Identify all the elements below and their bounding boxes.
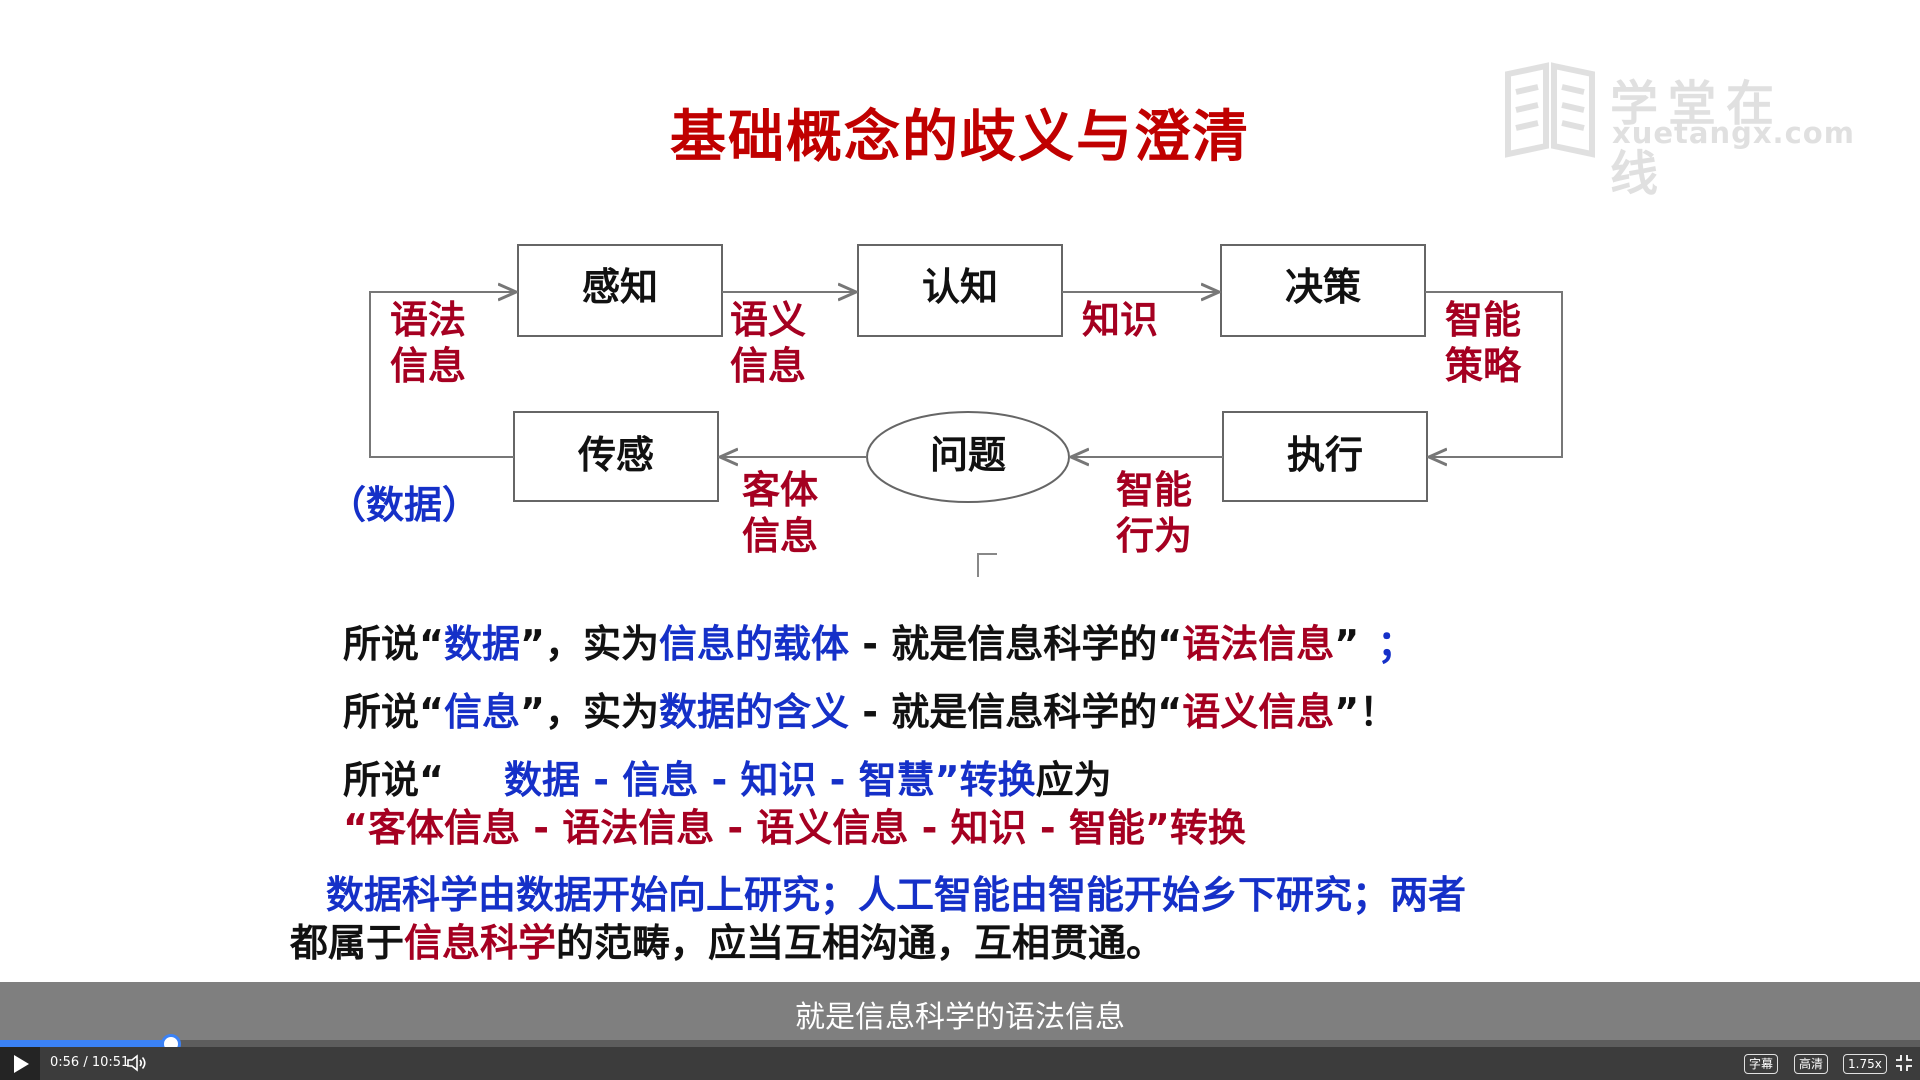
node-execution: 执行: [1286, 433, 1363, 477]
edge-label-intelligent-behavior: 智能 行为: [1116, 467, 1192, 559]
node-sensing: 传感: [577, 433, 654, 477]
text-span: ”: [1334, 622, 1360, 666]
node-decision: 决策: [1284, 265, 1361, 309]
text-span: 信息科学: [404, 921, 557, 965]
node-problem: 问题: [929, 433, 1006, 477]
edge-label-line: 策略: [1445, 344, 1522, 388]
edge-label-line: 信息: [390, 344, 467, 388]
text-span: ”，实为: [520, 622, 659, 666]
text-span: ”，实为: [520, 690, 659, 734]
edge-label-intelligent-strategy: 智能 策略: [1445, 297, 1521, 389]
subtitle-bar: 就是信息科学的语法信息: [0, 982, 1920, 1042]
text-span: 数据: [443, 622, 520, 666]
edge-label-syntactic-info: 语法 信息: [390, 297, 466, 389]
text-span: 语义信息: [1182, 690, 1335, 734]
text-span: ；: [1377, 622, 1416, 666]
text-span: ”！: [1334, 690, 1398, 734]
volume-icon[interactable]: [126, 1053, 148, 1073]
edge-label-line: 智能: [1116, 468, 1193, 512]
play-button[interactable]: [0, 1047, 40, 1080]
exit-fullscreen-icon[interactable]: [1894, 1053, 1914, 1073]
edge-label-objective-info: 客体 信息: [742, 467, 818, 559]
progress-fill: [0, 1040, 171, 1047]
edge-label-line: 智能: [1445, 298, 1522, 342]
edge-label-line: 客体: [742, 468, 819, 512]
edge-label-line: 信息: [730, 344, 807, 388]
node-cognition: 认知: [921, 265, 998, 309]
statement-line-4: “客体信息 - 语法信息 - 语义信息 - 知识 - 智能”转换: [343, 806, 1246, 850]
text-span: 信息的载体: [658, 622, 849, 666]
edge-label-line: 行为: [1116, 514, 1193, 558]
edge-label-semantic-info: 语义 信息: [730, 297, 806, 389]
quality-button[interactable]: 高清: [1794, 1054, 1829, 1074]
slide-canvas: 基础概念的歧义与澄清 学堂在线 xuetangx.com 感知 认知 决策 传感…: [0, 0, 1920, 982]
subtitle-text: 就是信息科学的语法信息: [795, 1000, 1125, 1035]
mouse-cursor-icon: [977, 553, 997, 577]
edge-label-line: 信息: [742, 514, 819, 558]
text-span: 的范畴，应当互相沟通，互相贯通。: [556, 921, 1165, 965]
edge-label-knowledge: 知识: [1082, 298, 1159, 342]
player-controls: 0:56 / 10:51 字幕 高清 1.75x: [0, 1047, 1920, 1080]
text-span: 都属于: [290, 921, 405, 965]
text-span: - 就是信息科学的“: [849, 622, 1183, 666]
speed-button[interactable]: 1.75x: [1843, 1054, 1887, 1074]
node-perception: 感知: [581, 265, 658, 309]
edge-label-line: 语法: [390, 298, 467, 342]
text-span: 所说“: [343, 690, 444, 734]
captions-button[interactable]: 字幕: [1744, 1054, 1779, 1074]
play-icon: [14, 1055, 29, 1073]
text-span: - 就是信息科学的“: [849, 690, 1183, 734]
text-span: 所说“: [343, 622, 444, 666]
statement-line-1: 所说“数据”，实为信息的载体 - 就是信息科学的“语法信息” ；: [343, 613, 1415, 668]
progress-bar[interactable]: [0, 1034, 1920, 1054]
time-display: 0:56 / 10:51: [50, 1055, 130, 1070]
text-span: 应为: [1035, 758, 1112, 802]
statement-line-2: 所说“信息”，实为数据的含义 - 就是信息科学的“语义信息”！: [343, 681, 1397, 736]
data-annotation: （数据）: [328, 483, 481, 527]
edge-label-line: 语义: [730, 298, 807, 342]
text-span: 信息: [443, 690, 520, 734]
text-span: 语法信息: [1182, 622, 1335, 666]
text-span: 所说“: [343, 758, 444, 802]
statement-line-6: 都属于信息科学的范畴，应当互相沟通，互相贯通。: [290, 912, 1164, 967]
statement-line-3: 所说“ 数据 - 信息 - 知识 - 智慧”转换应为: [343, 749, 1112, 804]
statement-line-5: 数据科学由数据开始向上研究；人工智能由智能开始乡下研究；两者: [326, 873, 1467, 917]
text-span: 数据的含义: [658, 690, 849, 734]
text-span: 数据 - 信息 - 知识 - 智慧”转换: [503, 758, 1036, 802]
